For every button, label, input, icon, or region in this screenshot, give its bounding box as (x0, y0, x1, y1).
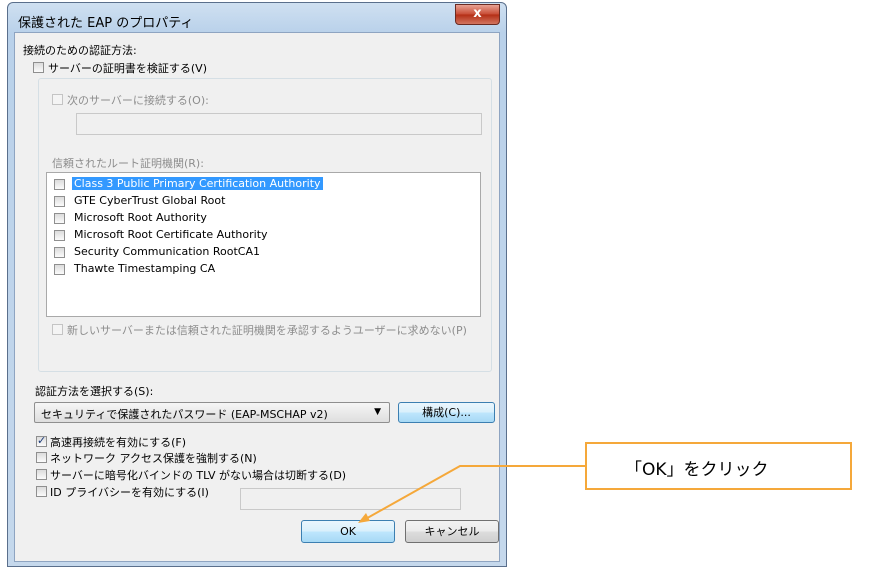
callout-arrow (358, 465, 585, 523)
callout-arrow-line (361, 465, 585, 522)
callout-arrow-head (358, 513, 370, 523)
